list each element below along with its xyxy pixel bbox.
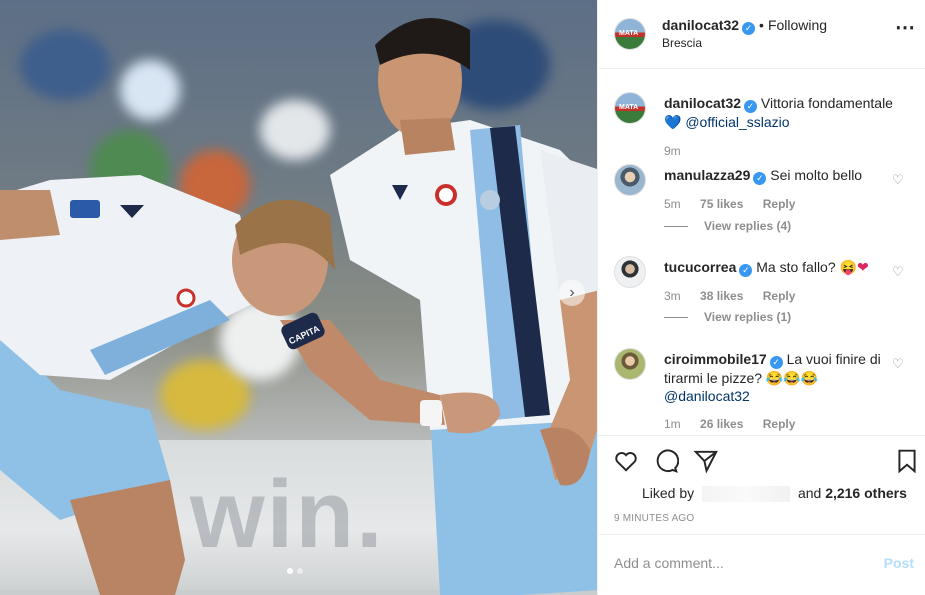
comment-username[interactable]: tucucorrea <box>664 259 736 275</box>
add-comment-bar: Add a comment... Post <box>598 534 925 595</box>
caption-body: Vittoria fondamentale <box>760 95 893 111</box>
avatar[interactable] <box>614 92 646 124</box>
left-badge-tricolore <box>176 288 196 308</box>
caption-time[interactable]: 9m <box>664 144 681 158</box>
comment-meta: 1m 26 likes Reply <box>664 417 811 431</box>
caption-username[interactable]: danilocat32 <box>664 95 741 111</box>
comments-list: danilocat32✓ Vittoria fondamentale 💙 @of… <box>598 70 925 434</box>
comment-likes[interactable]: 38 likes <box>700 289 743 303</box>
like-comment-icon[interactable]: ♡ <box>892 357 904 370</box>
caption-text: danilocat32 ✓ Vittoria fondamentale 💙 @of… <box>664 94 894 131</box>
verified-icon: ✓ <box>769 356 783 369</box>
right-player-neck <box>400 118 455 155</box>
like-comment-icon[interactable]: ♡ <box>892 173 904 186</box>
avatar[interactable] <box>614 18 646 50</box>
comment-text: ciroimmobile17 ✓ La vuoi finire di tirarm… <box>664 350 894 405</box>
avatar[interactable] <box>614 164 646 196</box>
separator: • <box>759 17 764 33</box>
comment-body: Ma sto fallo? 😝 <box>756 259 857 275</box>
comment-time[interactable]: 1m <box>664 417 681 431</box>
left-player-arm <box>0 190 60 240</box>
avatar[interactable] <box>614 348 646 380</box>
left-player-leg <box>70 480 185 595</box>
and-label: and <box>797 485 822 501</box>
post-photo: win. CAPITA › <box>0 0 597 595</box>
comment-mention[interactable]: @danilocat32 <box>664 388 750 404</box>
save-bookmark-icon[interactable] <box>894 448 920 474</box>
reply-button[interactable]: Reply <box>763 417 796 431</box>
header-user-line: danilocat32 ✓ • Following <box>662 17 827 35</box>
avatar[interactable] <box>614 256 646 288</box>
liked-by-line: Liked by and 2,216 others <box>642 485 907 503</box>
comment-icon[interactable] <box>653 448 679 474</box>
verified-icon: ✓ <box>753 172 767 185</box>
view-replies-button[interactable]: View replies (1) <box>664 310 791 324</box>
comment-time[interactable]: 3m <box>664 289 681 303</box>
comment-meta: 3m 38 likes Reply <box>664 289 811 303</box>
post-header: danilocat32✓•Following Brescia ⋯ <box>598 0 925 69</box>
following-button[interactable]: Following <box>768 17 827 33</box>
comment-text: manulazza29 ✓ Sei molto bello <box>664 166 894 185</box>
comment-likes[interactable]: 26 likes <box>700 417 743 431</box>
blue-heart-emoji: 💙 <box>664 114 682 130</box>
badge-eagle <box>480 190 500 210</box>
carousel-dot-active <box>287 568 293 574</box>
reply-button[interactable]: Reply <box>763 197 796 211</box>
caption-meta: 9m <box>664 144 697 158</box>
caption-mention[interactable]: @official_sslazio <box>685 114 789 130</box>
post-panel: danilocat32✓•Following Brescia ⋯ daniloc… <box>597 0 925 595</box>
carousel-dots <box>287 568 303 574</box>
next-image-arrow[interactable]: › <box>559 280 585 306</box>
comment-body: Sei molto bello <box>770 167 863 183</box>
like-comment-icon[interactable]: ♡ <box>892 265 904 278</box>
like-icon[interactable] <box>613 448 639 474</box>
players-illustration: CAPITA <box>0 17 597 595</box>
blurred-liker-name <box>702 486 791 503</box>
verified-icon: ✓ <box>739 264 753 277</box>
location-link[interactable]: Brescia <box>662 36 702 50</box>
comment-time[interactable]: 5m <box>664 197 681 211</box>
reply-button[interactable]: Reply <box>763 289 796 303</box>
comment-meta: 5m 75 likes Reply <box>664 197 811 211</box>
carousel-dot <box>297 568 303 574</box>
comment-username[interactable]: ciroimmobile17 <box>664 351 767 367</box>
verified-icon: ✓ <box>744 100 758 113</box>
post-actions: Liked by and 2,216 others 9 MINUTES AGO <box>598 435 925 533</box>
more-options-icon[interactable]: ⋯ <box>895 18 916 38</box>
verified-icon: ✓ <box>742 22 756 35</box>
comment-username[interactable]: manulazza29 <box>664 167 750 183</box>
header-username[interactable]: danilocat32 <box>662 17 739 33</box>
comment-likes[interactable]: 75 likes <box>700 197 743 211</box>
post-time[interactable]: 9 MINUTES AGO <box>614 513 694 524</box>
liked-by-label: Liked by <box>642 485 695 501</box>
serie-a-patch <box>70 200 100 218</box>
red-heart-emoji: ❤ <box>856 259 869 275</box>
others-count-link[interactable]: 2,216 others <box>825 485 907 501</box>
share-icon[interactable] <box>693 448 719 474</box>
wrist-tape <box>420 400 442 426</box>
view-replies-button[interactable]: View replies (4) <box>664 219 791 233</box>
add-comment-input[interactable]: Add a comment... <box>614 555 724 571</box>
badge-tricolore <box>435 184 457 206</box>
comment-text: tucucorrea ✓ Ma sto fallo? 😝❤ <box>664 258 894 277</box>
post-comment-button[interactable]: Post <box>884 555 914 571</box>
